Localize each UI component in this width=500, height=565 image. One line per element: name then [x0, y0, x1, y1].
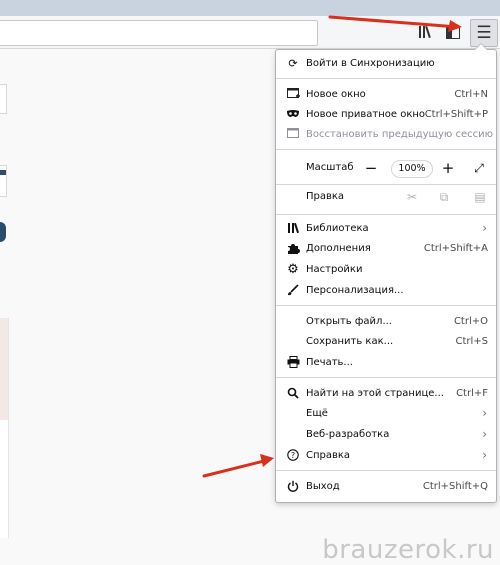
annotation-arrow-to-menu-button	[328, 15, 462, 32]
annotation-arrows	[202, 15, 462, 478]
watermark: brauzerok.ru	[322, 535, 494, 565]
annotation-arrow-to-help-item	[202, 454, 274, 478]
